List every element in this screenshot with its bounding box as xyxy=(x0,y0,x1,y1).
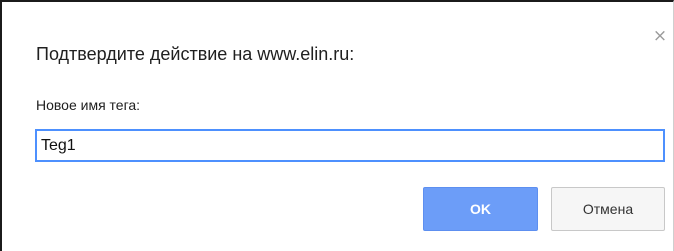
cancel-button[interactable]: Отмена xyxy=(551,187,665,231)
close-icon[interactable]: × xyxy=(650,26,670,46)
prompt-dialog: × Подтвердите действие на www.elin.ru: Н… xyxy=(0,0,674,251)
dialog-title: Подтвердите действие на www.elin.ru: xyxy=(36,44,355,64)
prompt-label: Новое имя тега: xyxy=(36,97,141,113)
ok-button[interactable]: OK xyxy=(423,187,538,231)
tag-name-input[interactable] xyxy=(35,129,665,162)
